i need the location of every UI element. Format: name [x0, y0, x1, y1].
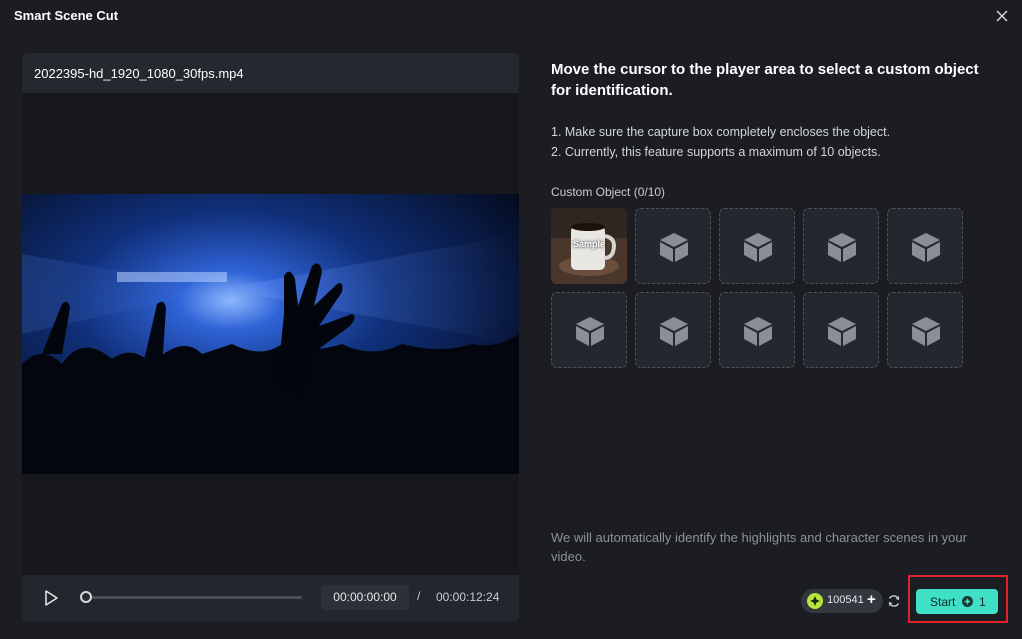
tip-1: 1. Make sure the capture box completely …	[551, 125, 891, 139]
cube-icon	[828, 233, 856, 262]
credits-badge[interactable]: 100541 +	[801, 589, 883, 613]
refresh-button[interactable]	[886, 593, 902, 609]
video-player: 2022395-hd_1920_1080_30fps.mp4 00:00:00:…	[22, 53, 519, 622]
close-button[interactable]	[992, 6, 1012, 26]
start-button[interactable]: Start 1	[916, 589, 998, 614]
sample-object[interactable]: Sample	[551, 208, 627, 284]
object-slot[interactable]	[635, 208, 711, 284]
time-separator: /	[417, 589, 421, 603]
credit-cost-icon	[962, 596, 973, 607]
credits-value: 100541	[827, 594, 864, 606]
cube-icon	[660, 233, 688, 262]
custom-object-grid: Sample	[551, 208, 971, 368]
cube-icon	[828, 317, 856, 346]
seek-bar[interactable]	[86, 596, 302, 599]
cube-icon	[744, 233, 772, 262]
refresh-icon	[888, 595, 900, 607]
credit-coin-icon	[807, 593, 823, 609]
total-time: 00:00:12:24	[436, 590, 500, 604]
object-slot[interactable]	[803, 208, 879, 284]
title-bar: Smart Scene Cut	[0, 0, 1022, 32]
start-cost: 1	[979, 595, 986, 609]
start-label: Start	[930, 595, 956, 609]
object-slot[interactable]	[551, 292, 627, 368]
instruction-heading: Move the cursor to the player area to se…	[551, 61, 979, 99]
play-button[interactable]	[42, 589, 60, 607]
current-time-field[interactable]: 00:00:00:00	[321, 585, 409, 610]
object-slot[interactable]	[719, 208, 795, 284]
footer-note: We will automatically identify the highl…	[551, 530, 967, 564]
player-area[interactable]	[22, 93, 519, 575]
cube-icon	[576, 317, 604, 346]
cube-icon	[912, 317, 940, 346]
sample-label: Sample	[572, 239, 605, 249]
cube-icon	[744, 317, 772, 346]
add-credits-button[interactable]: +	[867, 591, 876, 608]
cube-icon	[912, 233, 940, 262]
window-title: Smart Scene Cut	[14, 8, 119, 23]
player-controls: 00:00:00:00 / 00:00:12:24	[22, 575, 519, 622]
object-slot[interactable]	[887, 292, 963, 368]
play-icon	[45, 590, 58, 606]
object-slot[interactable]	[887, 208, 963, 284]
object-slot[interactable]	[635, 292, 711, 368]
concert-video-frame	[22, 194, 519, 474]
close-icon	[996, 10, 1008, 22]
custom-object-label: Custom Object (0/10)	[551, 185, 666, 199]
seek-thumb[interactable]	[80, 591, 92, 603]
cube-icon	[660, 317, 688, 346]
filename-bar: 2022395-hd_1920_1080_30fps.mp4	[22, 53, 519, 93]
tip-2: 2. Currently, this feature supports a ma…	[551, 145, 881, 159]
object-slot[interactable]	[719, 292, 795, 368]
video-frame[interactable]	[22, 194, 519, 474]
video-filename: 2022395-hd_1920_1080_30fps.mp4	[34, 66, 244, 81]
object-slot[interactable]	[803, 292, 879, 368]
